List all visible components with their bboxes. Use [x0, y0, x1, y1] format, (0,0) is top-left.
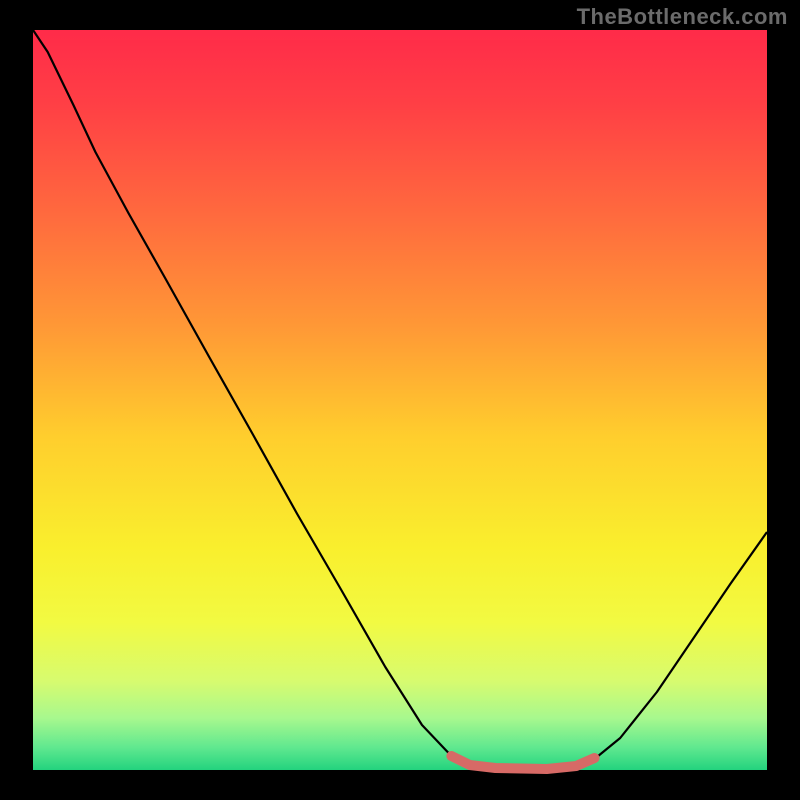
bottleneck-chart	[0, 0, 800, 800]
plot-background	[33, 30, 767, 770]
chart-container: TheBottleneck.com	[0, 0, 800, 800]
watermark-text: TheBottleneck.com	[577, 4, 788, 30]
